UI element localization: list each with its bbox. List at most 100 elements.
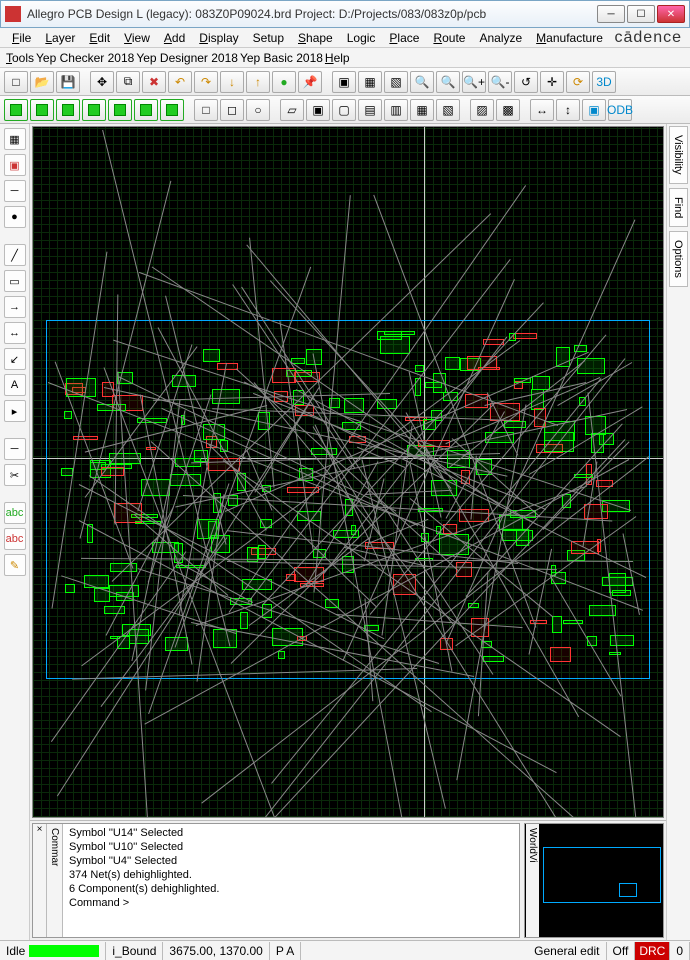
- leader-icon[interactable]: ↙: [4, 348, 26, 370]
- menu-analyze[interactable]: Analyze: [473, 29, 528, 47]
- status-drc[interactable]: DRC: [635, 942, 670, 960]
- rect-draw-icon[interactable]: ▭: [4, 270, 26, 292]
- place-comp-icon[interactable]: ▦: [4, 128, 26, 150]
- menu-manufacture[interactable]: Manufacture: [530, 29, 609, 47]
- pcb-component[interactable]: [104, 606, 125, 614]
- apply-icon[interactable]: ●: [272, 71, 296, 93]
- abc-add-icon[interactable]: abc: [4, 502, 26, 524]
- pan-icon[interactable]: ✛: [540, 71, 564, 93]
- region-icon[interactable]: ▩: [496, 99, 520, 121]
- tab-visibility[interactable]: Visibility: [669, 126, 688, 184]
- pcb-component[interactable]: [563, 620, 583, 624]
- menu-yep-designer-2018[interactable]: Yep Designer 2018: [136, 51, 238, 65]
- shape-circ-icon[interactable]: ○: [246, 99, 270, 121]
- undo-icon[interactable]: ↶: [168, 71, 192, 93]
- refresh-icon[interactable]: ⟳: [566, 71, 590, 93]
- menu-tools[interactable]: Tools: [6, 51, 34, 65]
- sel-7-icon[interactable]: [160, 99, 184, 121]
- zoom-out-icon[interactable]: 🔍-: [488, 71, 512, 93]
- pcb-component[interactable]: [258, 545, 266, 559]
- open-icon[interactable]: 📂: [30, 71, 54, 93]
- down-icon[interactable]: ↓: [220, 71, 244, 93]
- zoom-in-icon[interactable]: 🔍+: [462, 71, 486, 93]
- 3d-icon[interactable]: 3D: [592, 71, 616, 93]
- pcb-component[interactable]: [278, 651, 285, 659]
- sel-6-icon[interactable]: [134, 99, 158, 121]
- pcb-component[interactable]: [384, 331, 415, 336]
- pin-icon[interactable]: 📌: [298, 71, 322, 93]
- shape-rect-icon[interactable]: □: [194, 99, 218, 121]
- pcb-component[interactable]: [61, 468, 73, 475]
- assign-icon[interactable]: ▤: [358, 99, 382, 121]
- command-lines[interactable]: Symbol ''U14'' SelectedSymbol ''U10'' Se…: [63, 824, 519, 937]
- menu-place[interactable]: Place: [383, 29, 425, 47]
- menu-add[interactable]: Add: [158, 29, 191, 47]
- cursor-icon[interactable]: ▱: [280, 99, 304, 121]
- minimize-button[interactable]: ─: [597, 5, 625, 23]
- shape-sq-icon[interactable]: ◻: [220, 99, 244, 121]
- pcb-component[interactable]: [532, 376, 550, 390]
- hline-icon[interactable]: ↔: [530, 99, 554, 121]
- zoom-prev-icon[interactable]: ↺: [514, 71, 538, 93]
- pcb-component[interactable]: [445, 357, 460, 369]
- cut-line-icon[interactable]: ─: [4, 438, 26, 460]
- zoom-out-path-icon[interactable]: 🔍: [436, 71, 460, 93]
- worldview-panel[interactable]: × WorldVi: [524, 823, 664, 938]
- line-draw-icon[interactable]: ╱: [4, 244, 26, 266]
- status-edit-mode[interactable]: General edit: [528, 942, 606, 960]
- pcb-component[interactable]: [577, 358, 605, 375]
- class-icon[interactable]: ▦: [410, 99, 434, 121]
- tab-options[interactable]: Options: [669, 231, 688, 287]
- route-icon[interactable]: ─: [4, 180, 26, 202]
- probe-icon[interactable]: ▸: [4, 400, 26, 422]
- pcb-component[interactable]: [552, 616, 562, 632]
- pcb-component[interactable]: [64, 411, 72, 419]
- save-icon[interactable]: 💾: [56, 71, 80, 93]
- abc-del-icon[interactable]: abc: [4, 528, 26, 550]
- via-icon[interactable]: ●: [4, 206, 26, 228]
- sel-2-icon[interactable]: [30, 99, 54, 121]
- constraint-icon[interactable]: ▨: [470, 99, 494, 121]
- menu-shape[interactable]: Shape: [292, 29, 339, 47]
- arrow-draw-icon[interactable]: →: [4, 296, 26, 318]
- menu-logic[interactable]: Logic: [341, 29, 382, 47]
- pcb-component[interactable]: [550, 647, 571, 662]
- menu-help[interactable]: Help: [325, 51, 350, 65]
- new-icon[interactable]: □: [4, 71, 28, 93]
- zoom-select-icon[interactable]: ▧: [384, 71, 408, 93]
- close-button[interactable]: ✕: [657, 5, 685, 23]
- menu-setup[interactable]: Setup: [247, 29, 290, 47]
- sel-4-icon[interactable]: [82, 99, 106, 121]
- color-icon[interactable]: ▧: [436, 99, 460, 121]
- text-tool-icon[interactable]: A: [4, 374, 26, 396]
- tab-find[interactable]: Find: [669, 188, 688, 227]
- pcb-component[interactable]: [609, 573, 626, 594]
- pcb-component[interactable]: [415, 365, 424, 372]
- menu-view[interactable]: View: [118, 29, 156, 47]
- menu-edit[interactable]: Edit: [83, 29, 116, 47]
- command-close-icon[interactable]: ×: [33, 824, 47, 937]
- pcb-component[interactable]: [585, 416, 606, 435]
- pcb-component[interactable]: [129, 629, 150, 644]
- status-ratsnest[interactable]: Off: [607, 942, 636, 960]
- place-ref-icon[interactable]: ▣: [4, 154, 26, 176]
- sel-1-icon[interactable]: [4, 99, 28, 121]
- pcb-component[interactable]: [240, 612, 248, 629]
- menu-yep-basic-2018[interactable]: Yep Basic 2018: [240, 51, 323, 65]
- ungroup-icon[interactable]: ▢: [332, 99, 356, 121]
- pcb-canvas[interactable]: [32, 126, 664, 818]
- menu-file[interactable]: File: [6, 29, 37, 47]
- menu-route[interactable]: Route: [427, 29, 471, 47]
- maximize-button[interactable]: ☐: [627, 5, 655, 23]
- zoom-window-icon[interactable]: ▣: [332, 71, 356, 93]
- pencil-icon[interactable]: ✎: [4, 554, 26, 576]
- odb-icon[interactable]: ODB: [608, 99, 632, 121]
- redo-icon[interactable]: ↷: [194, 71, 218, 93]
- pcb-component[interactable]: [212, 389, 240, 404]
- zoom-fit-icon[interactable]: ▦: [358, 71, 382, 93]
- status-layer[interactable]: i_Bound: [106, 942, 163, 960]
- sel-5-icon[interactable]: [108, 99, 132, 121]
- command-tab[interactable]: Commar: [47, 824, 63, 937]
- copy-icon[interactable]: ⧉: [116, 71, 140, 93]
- menu-layer[interactable]: Layer: [39, 29, 81, 47]
